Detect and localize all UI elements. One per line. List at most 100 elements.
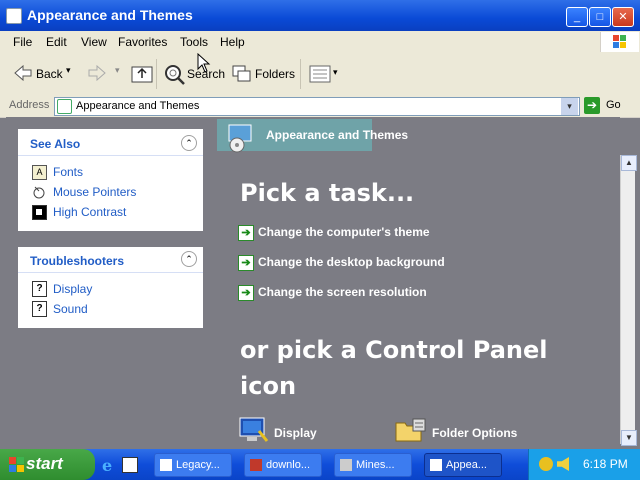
start-label: start bbox=[26, 454, 63, 473]
taskbar-item-appearance[interactable]: Appea... bbox=[424, 453, 502, 477]
task-arrow-icon: ➔ bbox=[238, 285, 254, 301]
views-button[interactable] bbox=[309, 65, 331, 88]
forward-dropdown-icon[interactable]: ▾ bbox=[115, 65, 120, 76]
menu-help[interactable]: Help bbox=[220, 35, 245, 49]
see-also-panel: See Also ⌃ A Fonts Mouse Pointers High C… bbox=[18, 129, 203, 231]
windows-flag-icon bbox=[8, 456, 26, 479]
clock[interactable]: 6:18 PM bbox=[583, 457, 628, 471]
task-change-background-link[interactable]: Change the desktop background bbox=[258, 255, 445, 269]
help-icon: ? bbox=[32, 301, 47, 317]
toolbar: Back ▾ ▾ Search Folders ▾ bbox=[0, 52, 640, 96]
collapse-chevron-icon[interactable]: ⌃ bbox=[181, 135, 197, 151]
troubleshooter-display-link[interactable]: Display bbox=[53, 282, 92, 296]
views-dropdown-icon[interactable]: ▾ bbox=[333, 67, 338, 78]
folders-label[interactable]: Folders bbox=[255, 67, 295, 81]
menu-bar: File Edit View Favorites Tools Help bbox=[0, 31, 640, 54]
pick-task-heading: Pick a task... bbox=[240, 179, 415, 207]
address-label: Address bbox=[9, 99, 50, 111]
network-icon[interactable] bbox=[539, 457, 553, 471]
app-icon bbox=[430, 459, 442, 471]
taskbar-item-label: Mines... bbox=[356, 459, 395, 471]
window-icon bbox=[6, 8, 22, 24]
internet-explorer-icon[interactable]: e bbox=[100, 456, 118, 478]
toolbar-separator bbox=[300, 59, 301, 89]
troubleshooters-title: Troubleshooters bbox=[30, 254, 125, 268]
control-panel-heading-line2: icon bbox=[240, 372, 297, 400]
toolbar-separator bbox=[156, 59, 157, 89]
folder-options-icon[interactable] bbox=[395, 417, 427, 448]
up-folder-button[interactable] bbox=[131, 63, 153, 88]
svg-text:e: e bbox=[102, 457, 112, 473]
panel-divider bbox=[18, 272, 203, 273]
show-desktop-icon[interactable] bbox=[122, 457, 138, 473]
display-link[interactable]: Display bbox=[274, 426, 317, 440]
windows-logo-icon bbox=[600, 32, 639, 52]
task-change-theme-link[interactable]: Change the computer's theme bbox=[258, 225, 430, 239]
appearance-themes-icon bbox=[225, 123, 257, 158]
close-button[interactable]: ✕ bbox=[612, 7, 634, 27]
content-pane: Appearance and Themes Pick a task... ➔ C… bbox=[215, 117, 620, 444]
scroll-up-icon[interactable]: ▲ bbox=[621, 155, 637, 171]
taskbar-item-label: Legacy... bbox=[176, 459, 220, 471]
window-title: Appearance and Themes bbox=[27, 7, 193, 23]
menu-view[interactable]: View bbox=[81, 35, 107, 49]
see-also-fonts-link[interactable]: Fonts bbox=[53, 165, 83, 179]
see-also-title: See Also bbox=[30, 137, 81, 151]
taskbar: start e Legacy... downlo... Mines... App… bbox=[0, 449, 640, 480]
taskbar-item-minesweeper[interactable]: Mines... bbox=[334, 453, 412, 477]
back-dropdown-icon[interactable]: ▾ bbox=[66, 65, 71, 76]
back-button[interactable] bbox=[14, 64, 32, 86]
search-icon bbox=[165, 65, 185, 85]
title-bar[interactable]: Appearance and Themes _ □ ✕ bbox=[0, 0, 640, 31]
control-panel-icon bbox=[57, 99, 72, 114]
go-button[interactable]: Go bbox=[606, 99, 621, 111]
forward-arrow-icon bbox=[88, 64, 106, 82]
troubleshooters-panel: Troubleshooters ⌃ ? Display ? Sound bbox=[18, 247, 203, 328]
address-value: Appearance and Themes bbox=[76, 100, 200, 112]
folders-button[interactable] bbox=[232, 63, 252, 88]
address-bar: Address Appearance and Themes ▾ ➔ Go bbox=[0, 95, 640, 118]
mouse-pointer-icon bbox=[32, 185, 46, 204]
back-arrow-icon bbox=[14, 64, 32, 82]
address-dropdown-icon[interactable]: ▾ bbox=[561, 98, 578, 115]
task-arrow-icon: ➔ bbox=[238, 255, 254, 271]
taskbar-item-label: downlo... bbox=[266, 459, 311, 471]
address-input[interactable]: Appearance and Themes ▾ bbox=[54, 97, 580, 116]
back-label[interactable]: Back bbox=[36, 67, 63, 81]
app-icon bbox=[160, 459, 172, 471]
taskbar-item-legacy[interactable]: Legacy... bbox=[154, 453, 232, 477]
troubleshooter-sound-link[interactable]: Sound bbox=[53, 302, 88, 316]
views-icon bbox=[309, 65, 331, 83]
menu-edit[interactable]: Edit bbox=[46, 35, 67, 49]
task-arrow-icon: ➔ bbox=[238, 225, 254, 241]
see-also-mouse-pointers-link[interactable]: Mouse Pointers bbox=[53, 185, 136, 199]
menu-file[interactable]: File bbox=[13, 35, 32, 49]
up-folder-icon bbox=[131, 66, 153, 83]
search-button[interactable] bbox=[163, 63, 185, 90]
start-button[interactable]: start bbox=[0, 449, 95, 480]
task-change-resolution-link[interactable]: Change the screen resolution bbox=[258, 285, 427, 299]
fonts-icon: A bbox=[32, 165, 47, 180]
volume-icon[interactable] bbox=[557, 457, 569, 471]
folders-icon bbox=[232, 65, 251, 82]
mouse-cursor-icon bbox=[197, 52, 211, 78]
go-arrow-icon[interactable]: ➔ bbox=[584, 97, 600, 114]
taskbar-item-download[interactable]: downlo... bbox=[244, 453, 322, 477]
minimize-button[interactable]: _ bbox=[566, 7, 588, 27]
maximize-button[interactable]: □ bbox=[589, 7, 611, 27]
see-also-high-contrast-link[interactable]: High Contrast bbox=[53, 205, 126, 219]
help-icon: ? bbox=[32, 281, 47, 297]
menu-tools[interactable]: Tools bbox=[180, 35, 208, 49]
control-panel-heading-line1: or pick a Control Panel bbox=[240, 336, 548, 364]
left-pane: See Also ⌃ A Fonts Mouse Pointers High C… bbox=[6, 117, 215, 444]
category-title: Appearance and Themes bbox=[266, 128, 409, 142]
panel-divider bbox=[18, 155, 203, 156]
menu-favorites[interactable]: Favorites bbox=[118, 35, 167, 49]
forward-button[interactable] bbox=[88, 64, 106, 86]
collapse-chevron-icon[interactable]: ⌃ bbox=[181, 251, 197, 267]
app-icon bbox=[340, 459, 352, 471]
scroll-down-icon[interactable]: ▼ bbox=[621, 430, 637, 446]
folder-options-link[interactable]: Folder Options bbox=[432, 426, 517, 440]
vertical-scrollbar[interactable]: ▲ ▼ bbox=[620, 155, 637, 446]
display-icon[interactable] bbox=[239, 417, 269, 448]
